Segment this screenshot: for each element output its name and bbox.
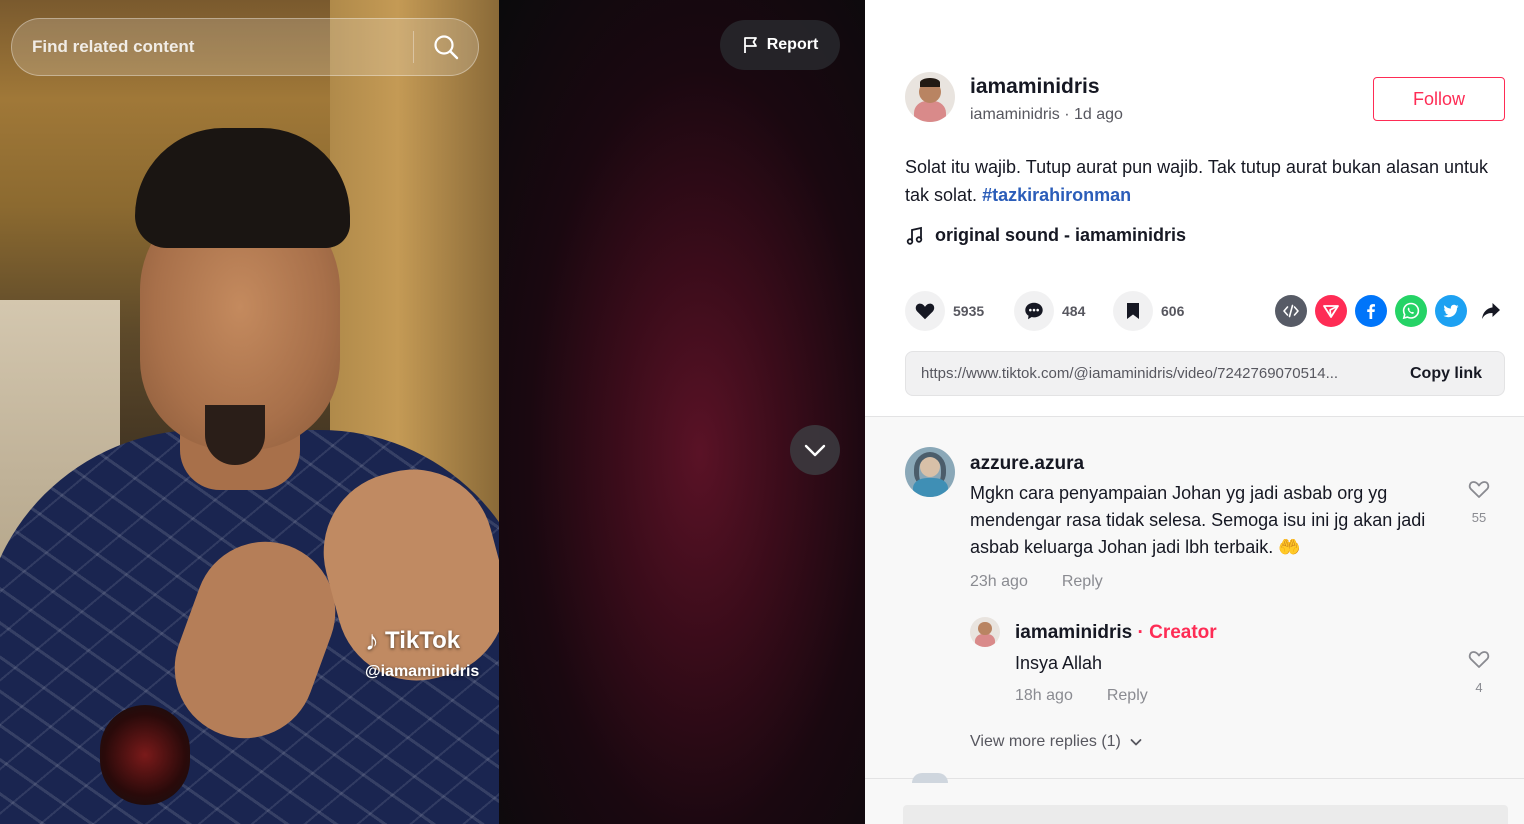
search-bar bbox=[11, 18, 479, 76]
whatsapp-icon[interactable] bbox=[1395, 295, 1427, 327]
author-name[interactable]: iamaminidris bbox=[970, 75, 1100, 99]
author-subline: iamaminidris · 1d ago bbox=[970, 106, 1123, 123]
comment-count: 484 bbox=[1062, 303, 1086, 319]
post-time: 1d ago bbox=[1074, 106, 1123, 123]
video-blurred-background bbox=[498, 0, 865, 824]
search-button[interactable] bbox=[414, 19, 478, 75]
video-link-box: https://www.tiktok.com/@iamaminidris/vid… bbox=[905, 351, 1505, 396]
video-person-watch bbox=[100, 705, 190, 805]
music-note-icon bbox=[906, 226, 923, 245]
tiktok-logo-icon: ♪ bbox=[365, 625, 379, 656]
flag-icon bbox=[743, 37, 757, 53]
like-count: 5935 bbox=[953, 303, 985, 319]
next-comment-avatar bbox=[912, 773, 948, 783]
embed-icon[interactable] bbox=[1275, 295, 1307, 327]
caption-hashtag[interactable]: #tazkirahironman bbox=[982, 185, 1131, 205]
heart-outline-icon bbox=[1468, 481, 1490, 498]
comment-text: Mgkn cara penyampaian Johan yg jadi asba… bbox=[970, 483, 1426, 557]
comment-input-area[interactable] bbox=[903, 805, 1508, 824]
facebook-icon[interactable] bbox=[1355, 295, 1387, 327]
video-player-area: ♪ TikTok @iamaminidris Report bbox=[0, 0, 865, 824]
heart-outline-icon bbox=[1468, 651, 1490, 668]
search-input[interactable] bbox=[12, 19, 413, 75]
share-options bbox=[1275, 295, 1507, 327]
heart-icon bbox=[915, 303, 935, 320]
comment-meta: 23h ago Reply bbox=[970, 573, 1103, 591]
chevron-down-icon bbox=[804, 444, 826, 457]
send-to-friends-icon[interactable] bbox=[1315, 295, 1347, 327]
like-action[interactable]: 5935 bbox=[905, 290, 984, 332]
view-more-replies[interactable]: View more replies (1) bbox=[970, 733, 1143, 751]
comment-time: 23h ago bbox=[970, 573, 1028, 590]
share-arrow-icon[interactable] bbox=[1475, 295, 1507, 327]
music-link[interactable]: original sound - iamaminidris bbox=[905, 225, 1186, 246]
chevron-down-icon bbox=[1130, 739, 1142, 746]
save-count: 606 bbox=[1161, 303, 1185, 319]
comment-divider bbox=[865, 778, 1524, 779]
comment-action[interactable]: 484 bbox=[1014, 290, 1085, 332]
comment-icon bbox=[1025, 302, 1043, 320]
reply-username-line: iamaminidris · Creator bbox=[1015, 622, 1217, 644]
engagement-actions: 5935 484 606 bbox=[905, 290, 1505, 332]
twitter-icon[interactable] bbox=[1435, 295, 1467, 327]
reply-like-button[interactable]: 4 bbox=[1464, 647, 1494, 695]
reply-time: 18h ago bbox=[1015, 687, 1073, 704]
reply-meta: 18h ago Reply bbox=[1015, 687, 1148, 705]
search-icon bbox=[434, 35, 459, 60]
next-video-button[interactable] bbox=[790, 425, 840, 475]
report-label: Report bbox=[766, 36, 819, 53]
comment-like-count: 55 bbox=[1471, 510, 1487, 525]
music-label: original sound - iamaminidris bbox=[935, 225, 1187, 245]
watermark-handle: @iamaminidris bbox=[365, 663, 480, 680]
copy-link-button[interactable]: Copy link bbox=[1396, 365, 1504, 383]
reply-text: Insya Allah bbox=[1015, 653, 1103, 673]
reply-avatar[interactable] bbox=[970, 617, 1000, 647]
reply-reply-button[interactable]: Reply bbox=[1107, 687, 1148, 705]
reply-username[interactable]: iamaminidris bbox=[1015, 622, 1132, 643]
video-link-url[interactable]: https://www.tiktok.com/@iamaminidris/vid… bbox=[906, 365, 1396, 382]
video-details-panel: iamaminidris iamaminidris · 1d ago Follo… bbox=[865, 0, 1524, 824]
bookmark-icon bbox=[1127, 303, 1139, 319]
video-frame[interactable]: ♪ TikTok @iamaminidris bbox=[0, 0, 499, 824]
tiktok-watermark: ♪ TikTok @iamaminidris bbox=[365, 625, 479, 681]
author-handle: iamaminidris bbox=[970, 106, 1060, 123]
save-action[interactable]: 606 bbox=[1113, 290, 1184, 332]
video-person-beard bbox=[205, 405, 265, 465]
video-person-hair bbox=[135, 128, 350, 248]
reply-button[interactable]: Reply bbox=[1062, 573, 1103, 591]
reply-like-count: 4 bbox=[1475, 680, 1483, 695]
author-avatar[interactable] bbox=[905, 72, 955, 122]
creator-separator: · bbox=[1132, 622, 1150, 643]
video-caption: Solat itu wajib. Tutup aurat pun wajib. … bbox=[905, 153, 1505, 209]
follow-button[interactable]: Follow bbox=[1373, 77, 1505, 121]
report-button[interactable]: Report bbox=[720, 20, 840, 70]
comments-section: azzure.azura Mgkn cara penyampaian Johan… bbox=[865, 416, 1524, 824]
comment-item: azzure.azura Mgkn cara penyampaian Johan… bbox=[905, 447, 1505, 597]
creator-badge: Creator bbox=[1149, 622, 1217, 643]
view-more-label: View more replies (1) bbox=[970, 733, 1121, 750]
commenter-avatar[interactable] bbox=[905, 447, 955, 497]
comment-like-button[interactable]: 55 bbox=[1464, 477, 1494, 525]
comment-username[interactable]: azzure.azura bbox=[970, 453, 1084, 475]
watermark-brand: TikTok bbox=[385, 627, 461, 654]
reply-item: iamaminidris · Creator Insya Allah 18h a… bbox=[970, 617, 1505, 727]
